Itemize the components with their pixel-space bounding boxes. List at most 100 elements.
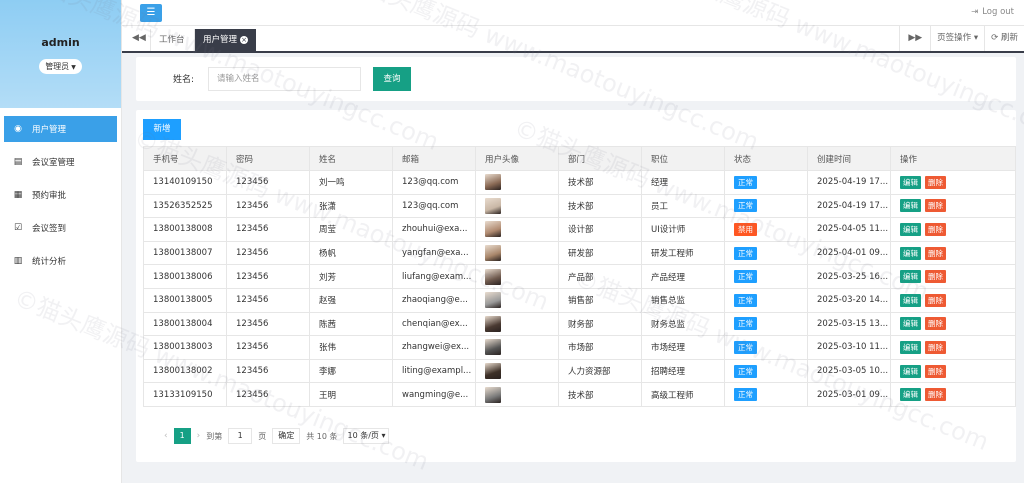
cell-avatar xyxy=(475,240,559,266)
cell-actions: 编辑 删除 xyxy=(890,240,1016,266)
cell-department: 设计部 xyxy=(558,217,642,242)
cell-department: 人力资源部 xyxy=(558,358,642,384)
cell-password: 123456 xyxy=(226,264,310,289)
table-row[interactable]: 13800138004 123456 陈茜 chenqian@ex... 财务部 财务总监… xyxy=(143,311,1016,337)
tab-label: 用户管理 xyxy=(203,35,238,45)
delete-button[interactable]: 删除 xyxy=(925,199,946,213)
edit-button[interactable]: 编辑 xyxy=(900,175,921,189)
cell-phone: 13800138004 xyxy=(143,311,227,337)
table-row[interactable]: 13526352525 123456 张潇 123@qq.com 技术部 员工 正常 2025… xyxy=(143,193,1016,219)
cell-position: 经理 xyxy=(641,170,725,195)
column-header: 手机号 xyxy=(143,146,227,171)
cell-phone: 13133109150 xyxy=(143,382,227,407)
delete-button[interactable]: 删除 xyxy=(925,364,946,378)
tabs-scroll-left-icon[interactable]: ◀◀ xyxy=(132,33,146,43)
avatar xyxy=(485,292,501,309)
delete-button[interactable]: 删除 xyxy=(925,175,946,189)
avatar xyxy=(485,386,501,403)
cell-actions: 编辑 删除 xyxy=(890,193,1016,219)
page-number-input[interactable]: 1 xyxy=(228,428,253,444)
cell-actions: 编辑 删除 xyxy=(890,287,1016,313)
sidebar-menu: ◉ 用户管理 ▤ 会议室管理 ▦ 预约审批 ☑ 会议签到 ▥ 统计分析 xyxy=(0,108,121,274)
bar-chart-icon: ▥ xyxy=(13,256,23,266)
edit-button[interactable]: 编辑 xyxy=(900,388,921,402)
tab-label: 工作台 xyxy=(159,35,185,45)
sidebar-item-meeting-room[interactable]: ▤ 会议室管理 xyxy=(4,149,117,175)
logout-icon: ⇥ xyxy=(971,7,979,17)
cell-password: 123456 xyxy=(226,193,310,219)
refresh-button[interactable]: ⟳ 刷新 xyxy=(984,26,1024,51)
cell-actions: 编辑 删除 xyxy=(890,264,1016,289)
cell-avatar xyxy=(475,264,559,289)
delete-button[interactable]: 删除 xyxy=(925,270,946,284)
close-icon[interactable]: × xyxy=(240,36,249,44)
edit-button[interactable]: 编辑 xyxy=(900,293,921,307)
cell-created-time: 2025-03-01 09... xyxy=(807,382,891,407)
delete-button[interactable]: 删除 xyxy=(925,317,946,331)
column-header: 用户头像 xyxy=(475,146,559,171)
cell-name: 李娜 xyxy=(309,358,393,384)
tab-workbench[interactable]: 工作台 xyxy=(150,29,193,51)
edit-button[interactable]: 编辑 xyxy=(900,340,921,354)
refresh-icon: ⟳ xyxy=(991,33,999,43)
username: admin xyxy=(41,36,80,49)
cell-position: 销售总监 xyxy=(641,287,725,313)
edit-button[interactable]: 编辑 xyxy=(900,246,921,260)
cell-phone: 13800138006 xyxy=(143,264,227,289)
table-row[interactable]: 13800138006 123456 刘芳 liufang@exam... 产品部 产品经… xyxy=(143,264,1016,289)
tab-ops-dropdown[interactable]: 页签操作 ▾ xyxy=(930,26,984,51)
cell-email: liting@exampl... xyxy=(392,358,476,384)
cell-name: 陈茜 xyxy=(309,311,393,337)
role-dropdown[interactable]: 管理员 ▼ xyxy=(39,59,82,74)
search-button[interactable]: 查询 xyxy=(373,67,411,91)
cell-phone: 13800138003 xyxy=(143,335,227,360)
cell-created-time: 2025-03-20 14... xyxy=(807,287,891,313)
delete-button[interactable]: 删除 xyxy=(925,222,946,236)
delete-button[interactable]: 删除 xyxy=(925,246,946,260)
cell-name: 刘一鸣 xyxy=(309,170,393,195)
next-page-icon[interactable]: › xyxy=(197,431,201,441)
cell-created-time: 2025-04-05 11... xyxy=(807,217,891,242)
cell-email: zhouhui@exa... xyxy=(392,217,476,242)
column-header: 创建时间 xyxy=(807,146,891,171)
table-row[interactable]: 13800138005 123456 赵强 zhaoqiang@e... 销售部 销售总监… xyxy=(143,287,1016,313)
edit-button[interactable]: 编辑 xyxy=(900,199,921,213)
menu-toggle-icon[interactable]: ☰ xyxy=(140,4,162,22)
status-badge: 正常 xyxy=(734,246,757,260)
current-page[interactable]: 1 xyxy=(173,428,191,444)
caret-down-icon: ▾ xyxy=(381,431,386,440)
cell-status: 正常 xyxy=(724,311,808,337)
sidebar-item-statistics[interactable]: ▥ 统计分析 xyxy=(4,248,117,274)
edit-button[interactable]: 编辑 xyxy=(900,317,921,331)
tab-user-management[interactable]: 用户管理 × xyxy=(194,29,257,51)
avatar xyxy=(485,221,501,238)
tabs-scroll-right-icon[interactable]: ▶▶ xyxy=(899,26,930,51)
name-search-input[interactable]: 请输入姓名 xyxy=(208,67,361,91)
cell-created-time: 2025-03-15 13... xyxy=(807,311,891,337)
table-row[interactable]: 13133109150 123456 王明 wangming@e... 技术部 高级工程师… xyxy=(143,382,1016,407)
cell-password: 123456 xyxy=(226,311,310,337)
search-panel: 姓名: 请输入姓名 查询 xyxy=(136,57,1016,101)
edit-button[interactable]: 编辑 xyxy=(900,364,921,378)
status-badge: 正常 xyxy=(734,199,757,213)
page-size-select[interactable]: 10 条/页 ▾ xyxy=(343,428,390,444)
confirm-page-button[interactable]: 确定 xyxy=(272,428,301,444)
cell-actions: 编辑 删除 xyxy=(890,217,1016,242)
logout-link[interactable]: ⇥ Log out xyxy=(971,7,1014,17)
edit-button[interactable]: 编辑 xyxy=(900,270,921,284)
delete-button[interactable]: 删除 xyxy=(925,340,946,354)
sidebar-item-user-management[interactable]: ◉ 用户管理 xyxy=(4,116,117,142)
table-row[interactable]: 13800138008 123456 周莹 zhouhui@exa... 设计部 UI设计… xyxy=(143,217,1016,242)
prev-page-icon[interactable]: ‹ xyxy=(164,431,168,441)
table-row[interactable]: 13800138002 123456 李娜 liting@exampl... 人力资源部… xyxy=(143,358,1016,384)
add-user-button[interactable]: 新增 xyxy=(143,119,181,140)
sidebar-item-booking-approval[interactable]: ▦ 预约审批 xyxy=(4,182,117,208)
delete-button[interactable]: 删除 xyxy=(925,388,946,402)
delete-button[interactable]: 删除 xyxy=(925,293,946,307)
table-row[interactable]: 13800138007 123456 杨帆 yangfan@exa... 研发部 研发工程… xyxy=(143,240,1016,266)
cell-actions: 编辑 删除 xyxy=(890,311,1016,337)
table-row[interactable]: 13140109150 123456 刘一鸣 123@qq.com 技术部 经理 正常 202… xyxy=(143,170,1016,195)
edit-button[interactable]: 编辑 xyxy=(900,222,921,236)
table-row[interactable]: 13800138003 123456 张伟 zhangwei@ex... 市场部 市场经理… xyxy=(143,335,1016,360)
sidebar-item-meeting-checkin[interactable]: ☑ 会议签到 xyxy=(4,215,117,241)
